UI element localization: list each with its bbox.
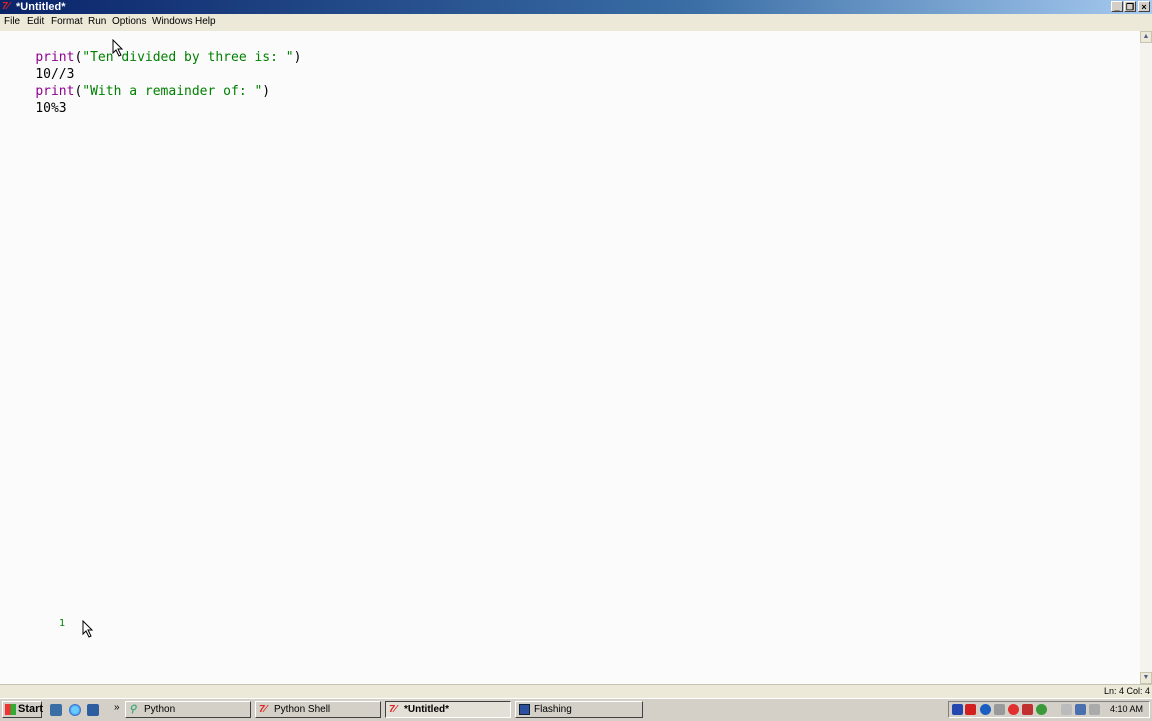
shield-icon[interactable] [1022,704,1033,715]
menu-windows[interactable]: Windows [152,16,193,27]
volume-icon[interactable] [994,704,1005,715]
system-tray: 4:10 AM [948,701,1150,718]
task-label: Flashing [534,704,572,715]
mouse-pointer-icon [112,39,124,57]
start-label: Start [18,703,44,715]
task-label: Python Shell [274,704,331,715]
restore-button[interactable]: ❐ [1124,1,1136,12]
network-icon[interactable] [1075,704,1086,715]
code-line: print("With a remainder of: ") [4,66,270,99]
scroll-down-button[interactable]: ▼ [1140,672,1152,684]
stray-glyph: 1 [59,618,66,629]
taskbar: Start » ⚲ Python 7⁄ Python Shell 7⁄ *Unt… [0,698,1152,721]
window-icon [519,704,530,715]
clock[interactable]: 4:10 AM [1110,704,1143,714]
menu-file[interactable]: File [4,16,20,27]
vertical-scrollbar[interactable]: ▲ ▼ [1140,31,1152,684]
task-label: Python [144,704,176,715]
speaker-icon[interactable] [1089,704,1100,715]
task-label: *Untitled* [404,704,449,715]
python-icon: ⚲ [129,704,137,715]
code-token: "With a remainder of: " [82,84,263,99]
title-bar[interactable]: 7⁄ *Untitled* _ ❐ × [0,0,1152,14]
code-token: 10%3 [35,101,67,116]
tray-app-icon[interactable] [952,704,963,715]
taskbar-button-python[interactable]: ⚲ Python [125,701,251,718]
security-icon[interactable] [1008,704,1019,715]
internet-explorer-icon[interactable] [69,704,81,716]
mouse-pointer-icon [82,620,94,638]
update-icon[interactable] [1036,704,1047,715]
media-player-icon[interactable] [87,704,99,716]
menu-bar: File Edit Format Run Options Windows Hel… [0,14,1152,32]
code-line: 10%3 [4,83,66,116]
code-token: ) [293,50,302,65]
start-button[interactable]: Start [2,701,44,718]
cursor-position: Ln: 4 Col: 4 [1103,686,1150,696]
close-button[interactable]: × [1138,1,1150,12]
taskbar-button-untitled[interactable]: 7⁄ *Untitled* [385,701,511,718]
window-title: *Untitled* [16,1,66,13]
scroll-up-button[interactable]: ▲ [1140,31,1152,43]
code-token: ) [262,84,271,99]
code-line: print("Ten divided by three is: ") [4,32,301,65]
menu-options[interactable]: Options [112,16,146,27]
code-editor[interactable]: print("Ten divided by three is: ") 10//3… [0,31,1140,684]
bluetooth-icon[interactable] [980,704,991,715]
menu-format[interactable]: Format [51,16,83,27]
show-desktop-icon[interactable] [50,704,62,716]
chevron-right-icon[interactable]: » [114,702,120,713]
menu-help[interactable]: Help [195,16,216,27]
menu-run[interactable]: Run [88,16,106,27]
device-icon[interactable] [1061,704,1072,715]
windows-logo-icon [5,704,16,715]
idle-icon: 7⁄ [2,1,10,12]
status-bar: Ln: 4 Col: 4 [0,684,1152,699]
code-line: 10//3 [4,49,74,82]
idle-icon: 7⁄ [389,704,397,715]
menu-edit[interactable]: Edit [27,16,44,27]
minimize-button[interactable]: _ [1111,1,1123,12]
idle-icon: 7⁄ [259,704,267,715]
tray-ati-icon[interactable] [965,704,976,715]
taskbar-button-python-shell[interactable]: 7⁄ Python Shell [255,701,381,718]
taskbar-button-flashing[interactable]: Flashing [515,701,643,718]
